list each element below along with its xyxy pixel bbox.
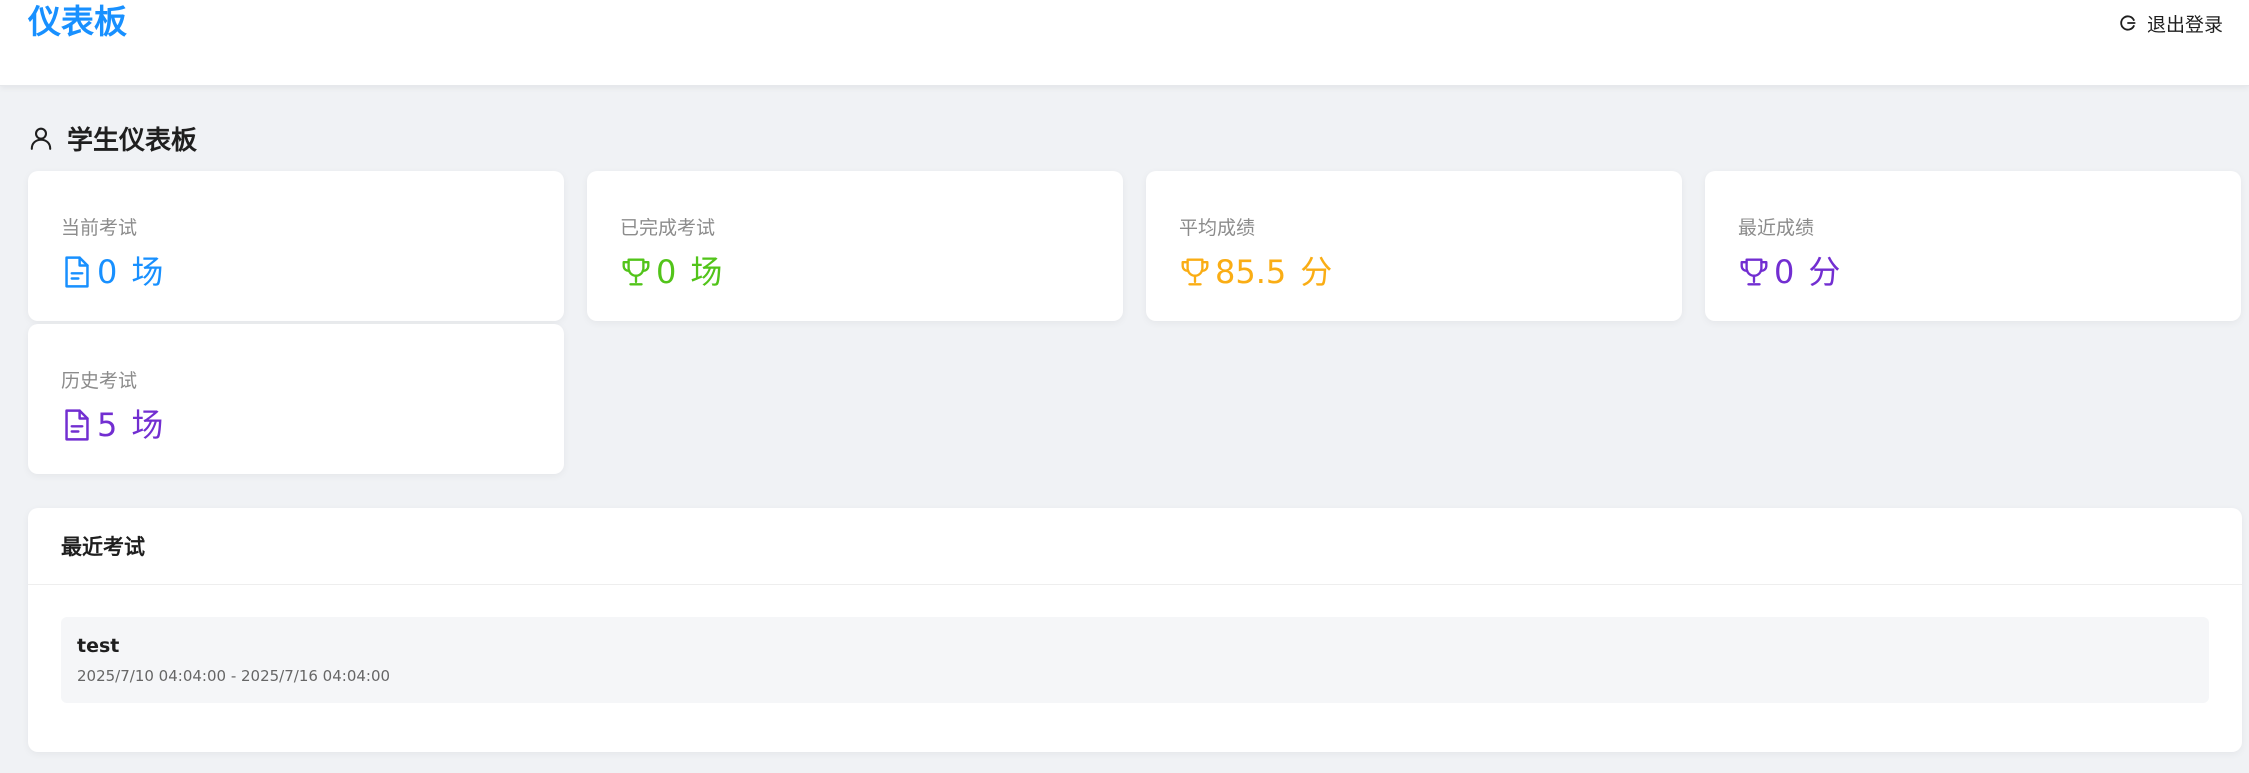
trophy-icon	[620, 255, 652, 289]
stat-label: 当前考试	[61, 217, 138, 239]
section-heading: 学生仪表板	[28, 118, 197, 158]
logout-label: 退出登录	[2146, 13, 2223, 36]
user-icon	[28, 125, 54, 151]
panel-title: 最近考试	[61, 535, 145, 559]
stat-label: 已完成考试	[620, 217, 716, 239]
file-text-icon	[61, 408, 93, 442]
stat-card-completed-exams: 已完成考试 0 场	[587, 171, 1123, 321]
stat-card-history-exams: 历史考试 5 场	[28, 324, 564, 474]
stat-value: 0	[1774, 253, 1795, 291]
panel-header: 最近考试	[28, 508, 2242, 585]
logout-icon	[2118, 13, 2138, 33]
file-text-icon	[61, 255, 93, 289]
stat-value: 85.5	[1215, 253, 1287, 291]
exam-name: test	[77, 635, 120, 657]
section-title: 学生仪表板	[67, 125, 198, 156]
stat-unit: 场	[131, 253, 164, 291]
stat-card-average-score: 平均成绩 85.5 分	[1146, 171, 1682, 321]
stat-unit: 场	[690, 253, 723, 291]
stat-unit: 分	[1300, 253, 1333, 291]
stat-value: 5	[97, 406, 118, 444]
stat-value: 0	[97, 253, 118, 291]
logout-button[interactable]: 退出登录	[2118, 8, 2223, 38]
stat-value-row: 5 场	[61, 402, 163, 448]
stat-value: 0	[656, 253, 677, 291]
stat-label: 最近成绩	[1738, 217, 1815, 239]
stat-value-row: 85.5 分	[1179, 249, 1332, 295]
exam-list-item[interactable]: test 2025/7/10 04:04:00 - 2025/7/16 04:0…	[61, 617, 2209, 703]
app-title: 仪表板	[28, 2, 127, 41]
recent-exams-panel: 最近考试 test 2025/7/10 04:04:00 - 2025/7/16…	[28, 508, 2242, 752]
app-header: 仪表板 退出登录	[0, 0, 2249, 86]
trophy-icon	[1179, 255, 1211, 289]
stat-card-current-exams: 当前考试 0 场	[28, 171, 564, 321]
exam-time-range: 2025/7/10 04:04:00 - 2025/7/16 04:04:00	[77, 667, 391, 685]
stat-unit: 场	[131, 406, 164, 444]
trophy-icon	[1738, 255, 1770, 289]
stat-label: 平均成绩	[1179, 217, 1256, 239]
stat-label: 历史考试	[61, 370, 138, 392]
stat-value-row: 0 场	[61, 249, 163, 295]
stat-value-row: 0 分	[1738, 249, 1840, 295]
stat-card-latest-score: 最近成绩 0 分	[1705, 171, 2241, 321]
stat-unit: 分	[1808, 253, 1841, 291]
stat-value-row: 0 场	[620, 249, 722, 295]
